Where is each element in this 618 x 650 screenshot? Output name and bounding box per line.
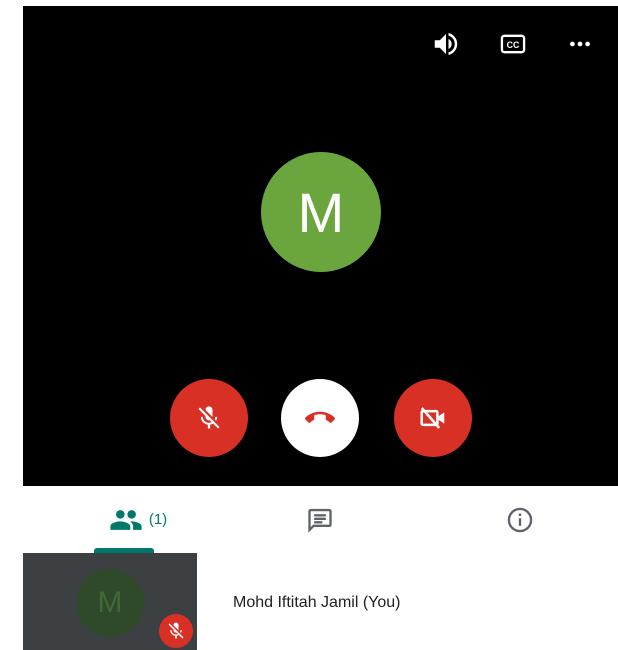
participant-name: Mohd Iftitah Jamil (You): [233, 594, 401, 611]
chat-icon: [308, 508, 332, 533]
closed-captions-icon[interactable]: CC: [493, 24, 533, 64]
tab-people[interactable]: (1): [83, 486, 193, 553]
mute-button[interactable]: [170, 379, 248, 457]
tab-bar: (1): [23, 486, 618, 554]
camera-off-icon: [420, 407, 445, 429]
tab-chat[interactable]: [285, 486, 355, 553]
participant-thumbnail: M: [23, 553, 197, 650]
people-icon: [110, 509, 142, 530]
info-icon: [507, 507, 533, 532]
tab-info[interactable]: [485, 486, 555, 553]
participant-row[interactable]: M Mohd Iftitah Jamil (You): [23, 553, 618, 650]
mic-off-icon: [168, 622, 184, 639]
more-options-icon[interactable]: [560, 24, 600, 64]
avatar: M: [76, 569, 144, 637]
participant-count: (1): [148, 511, 168, 528]
call-view: CC M: [23, 6, 618, 486]
camera-toggle-button[interactable]: [394, 379, 472, 457]
phone-hangup-icon: [305, 411, 335, 423]
mic-off-icon: [198, 406, 220, 429]
hangup-button[interactable]: [281, 379, 359, 457]
caller-avatar: M: [261, 152, 381, 272]
muted-badge: [159, 614, 193, 648]
speaker-icon[interactable]: [426, 24, 466, 64]
svg-text:CC: CC: [507, 40, 520, 50]
